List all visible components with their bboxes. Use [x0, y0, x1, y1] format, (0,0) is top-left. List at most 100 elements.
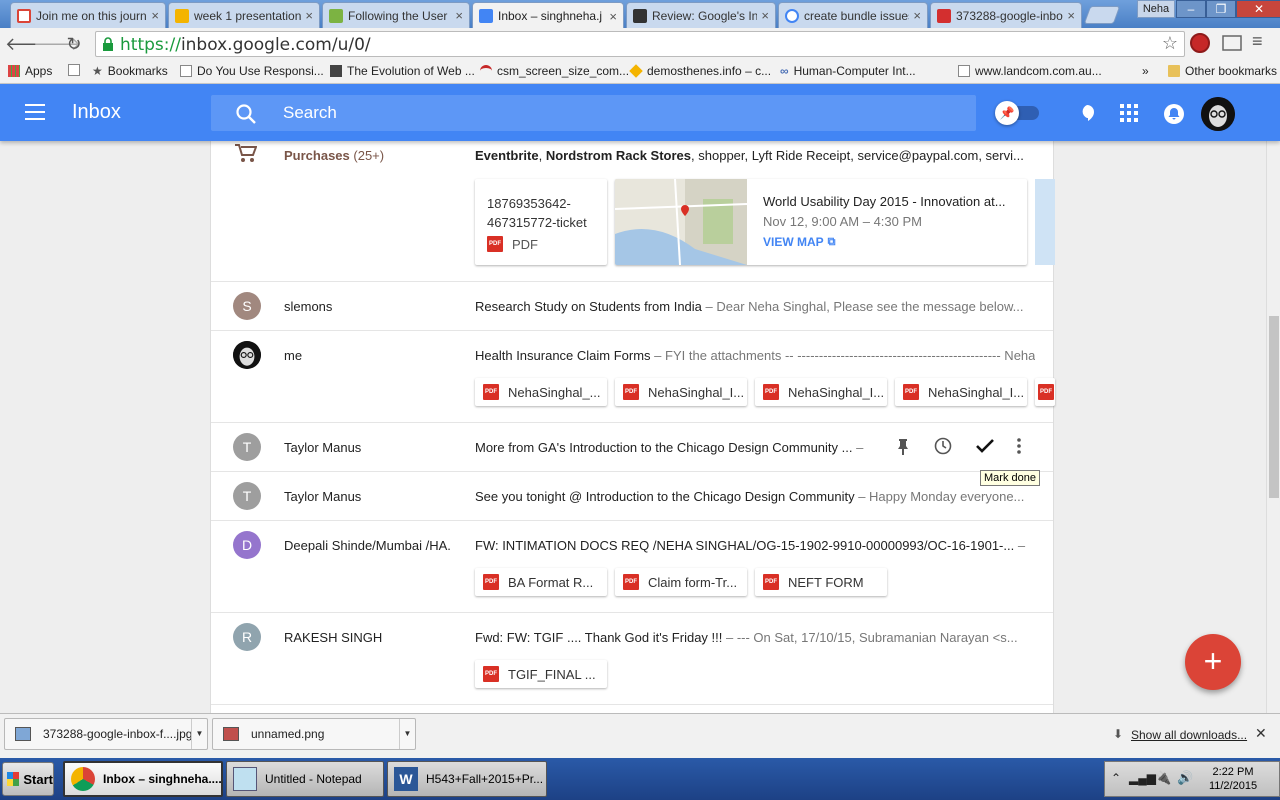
browser-tab[interactable]: create bundle issues ×: [778, 2, 928, 28]
notifications-bell-icon[interactable]: [1164, 104, 1184, 124]
bookmark-bookmarks[interactable]: ★ Bookmarks: [92, 64, 168, 78]
reload-icon[interactable]: ↻: [62, 32, 86, 56]
forward-arrow-icon[interactable]: 🡒: [33, 32, 81, 56]
power-icon[interactable]: 🔌: [1155, 770, 1171, 786]
download-item[interactable]: unnamed.png ▼: [212, 718, 416, 750]
taskbar-item-word[interactable]: W H543+Fall+2015+Pr...: [387, 761, 547, 797]
tab-title: Review: Google's In: [652, 8, 758, 23]
attachment-chip[interactable]: PDF NehaSinghal_...: [475, 378, 607, 406]
start-button[interactable]: Start: [2, 762, 54, 796]
browser-tab[interactable]: week 1 presentation ×: [168, 2, 320, 28]
bookmark-item[interactable]: ∞ Human-Computer Int...: [780, 64, 916, 78]
bookmark-item[interactable]: csm_screen_size_com...: [480, 64, 629, 78]
browser-tab[interactable]: Review: Google's In ×: [626, 2, 776, 28]
profile-chip[interactable]: Neha: [1137, 0, 1175, 18]
minimize-icon[interactable]: –: [1176, 0, 1206, 18]
message-row[interactable]: D Deepali Shinde/Mumbai /HA. FW: INTIMAT…: [211, 521, 1053, 613]
taskbar-item-notepad[interactable]: Untitled - Notepad: [226, 761, 384, 797]
next-card-peek[interactable]: [1035, 179, 1055, 265]
pinned-toggle[interactable]: 📌: [995, 101, 1043, 125]
close-tab-icon[interactable]: ×: [913, 8, 921, 23]
attachment-chip-peek[interactable]: PDF: [1035, 378, 1055, 406]
pin-icon[interactable]: [896, 438, 910, 456]
volume-icon[interactable]: 🔊: [1177, 770, 1193, 786]
new-tab-button[interactable]: [1083, 6, 1121, 24]
search-input[interactable]: Search: [211, 95, 976, 131]
download-menu-caret-icon[interactable]: ▼: [191, 719, 207, 749]
system-clock[interactable]: 2:22 PM 11/2/2015: [1203, 765, 1263, 793]
ticket-attachment-card[interactable]: 18769353642- 467315772-ticket PDF PDF: [475, 179, 607, 265]
compose-fab-button[interactable]: +: [1185, 634, 1241, 690]
other-bookmarks[interactable]: Other bookmarks: [1168, 64, 1277, 78]
attachment-chip[interactable]: PDF NehaSinghal_I...: [755, 378, 887, 406]
show-hidden-icons-icon[interactable]: ⌃: [1111, 771, 1121, 785]
bookmark-apps[interactable]: Apps: [8, 64, 52, 78]
map-thumbnail[interactable]: [615, 179, 747, 265]
restore-icon[interactable]: ❐: [1206, 0, 1236, 18]
mark-done-check-icon[interactable]: [975, 438, 995, 454]
attachment-chip[interactable]: PDF Claim form-Tr...: [615, 568, 747, 596]
bookmark-item[interactable]: demosthenes.info – c...: [629, 64, 771, 78]
message-row[interactable]: R RAKESH SINGH Fwd: FW: TGIF .... Thank …: [211, 613, 1053, 705]
chrome-menu-icon[interactable]: ≡: [1252, 31, 1263, 52]
close-tab-icon[interactable]: ×: [761, 8, 769, 23]
close-downloads-icon[interactable]: ✕: [1255, 725, 1267, 742]
google-icon: [785, 8, 799, 23]
scrollbar[interactable]: [1266, 141, 1280, 713]
close-tab-icon[interactable]: ×: [305, 8, 313, 23]
attachment-chip[interactable]: PDF NEFT FORM: [755, 568, 887, 596]
bookmark-item[interactable]: The Evolution of Web ...: [330, 64, 475, 78]
show-all-downloads-link[interactable]: Show all downloads...: [1131, 728, 1247, 742]
bookmark-folder[interactable]: [68, 64, 85, 76]
message-row[interactable]: T Taylor Manus See you tonight @ Introdu…: [211, 472, 1053, 521]
taskbar-item-chrome[interactable]: Inbox – singhneha....: [63, 761, 223, 797]
view-map-link[interactable]: VIEW MAP ⧉: [763, 235, 836, 249]
event-title: World Usability Day 2015 - Innovation at…: [763, 194, 1006, 209]
attachment-chip[interactable]: PDF NehaSinghal_I...: [615, 378, 747, 406]
attachment-chip[interactable]: PDF NehaSinghal_I...: [895, 378, 1027, 406]
scrollbar-thumb[interactable]: [1269, 316, 1279, 498]
hangouts-icon[interactable]: [1079, 104, 1095, 122]
message-row[interactable]: me Health Insurance Claim Forms – FYI th…: [211, 331, 1055, 423]
cast-icon[interactable]: [1222, 35, 1242, 51]
close-tab-icon[interactable]: ×: [1067, 8, 1075, 23]
close-tab-icon[interactable]: ×: [455, 8, 463, 23]
bookmark-item[interactable]: www.landcom.com.au...: [958, 64, 1102, 78]
tab-title: 373288-google-inbo: [956, 8, 1063, 23]
bookmarks-overflow-button[interactable]: »: [1142, 64, 1149, 78]
window-close-icon[interactable]: ✕: [1236, 0, 1280, 18]
pdf-icon: PDF: [483, 666, 499, 682]
bookmark-star-icon[interactable]: ☆: [1162, 33, 1178, 54]
apps-icon[interactable]: [1120, 104, 1138, 122]
message-row[interactable]: S slemons Research Study on Students fro…: [211, 282, 1053, 331]
menu-icon[interactable]: [25, 104, 45, 120]
windows-logo-icon: [7, 772, 20, 786]
ticket-name-line2: 467315772-ticket: [487, 215, 587, 230]
bookmark-item[interactable]: Do You Use Responsi...: [180, 64, 324, 78]
address-bar[interactable]: https://inbox.google.com/u/0/ ☆: [95, 31, 1185, 57]
page-icon: [180, 65, 192, 77]
browser-tab[interactable]: 373288-google-inbo ×: [930, 2, 1082, 28]
download-menu-caret-icon[interactable]: ▼: [399, 719, 415, 749]
browser-tab-active[interactable]: Inbox – singhneha.j ×: [472, 2, 624, 29]
network-signal-icon[interactable]: ▂▄▆: [1129, 771, 1156, 785]
message-row-hovered[interactable]: T Taylor Manus More from GA's Introducti…: [211, 423, 1053, 472]
event-card[interactable]: World Usability Day 2015 - Innovation at…: [615, 179, 1027, 265]
pcmag-icon: [937, 8, 951, 23]
bookmarks-bar: Apps ★ Bookmarks Do You Use Responsi... T…: [0, 60, 1280, 84]
news-site-icon: [633, 8, 647, 23]
close-tab-icon[interactable]: ×: [609, 9, 617, 24]
download-item[interactable]: 373288-google-inbox-f....jpg ▼: [4, 718, 208, 750]
attachment-chip[interactable]: PDF BA Format R...: [475, 568, 607, 596]
snooze-clock-icon[interactable]: [934, 437, 952, 455]
pdf-icon: PDF: [623, 384, 639, 400]
back-arrow-icon[interactable]: 🡐: [5, 32, 53, 56]
browser-tab[interactable]: Following the User J ×: [322, 2, 470, 28]
adblock-extension-icon[interactable]: [1190, 33, 1210, 53]
browser-tab[interactable]: Join me on this journ ×: [10, 2, 166, 28]
bundle-row-purchases[interactable]: Purchases (25+) Eventbrite, Nordstrom Ra…: [211, 141, 1055, 282]
more-options-icon[interactable]: [1016, 437, 1022, 455]
close-tab-icon[interactable]: ×: [151, 8, 159, 23]
avatar[interactable]: [1201, 97, 1235, 131]
attachment-chip[interactable]: PDF TGIF_FINAL ...: [475, 660, 607, 688]
